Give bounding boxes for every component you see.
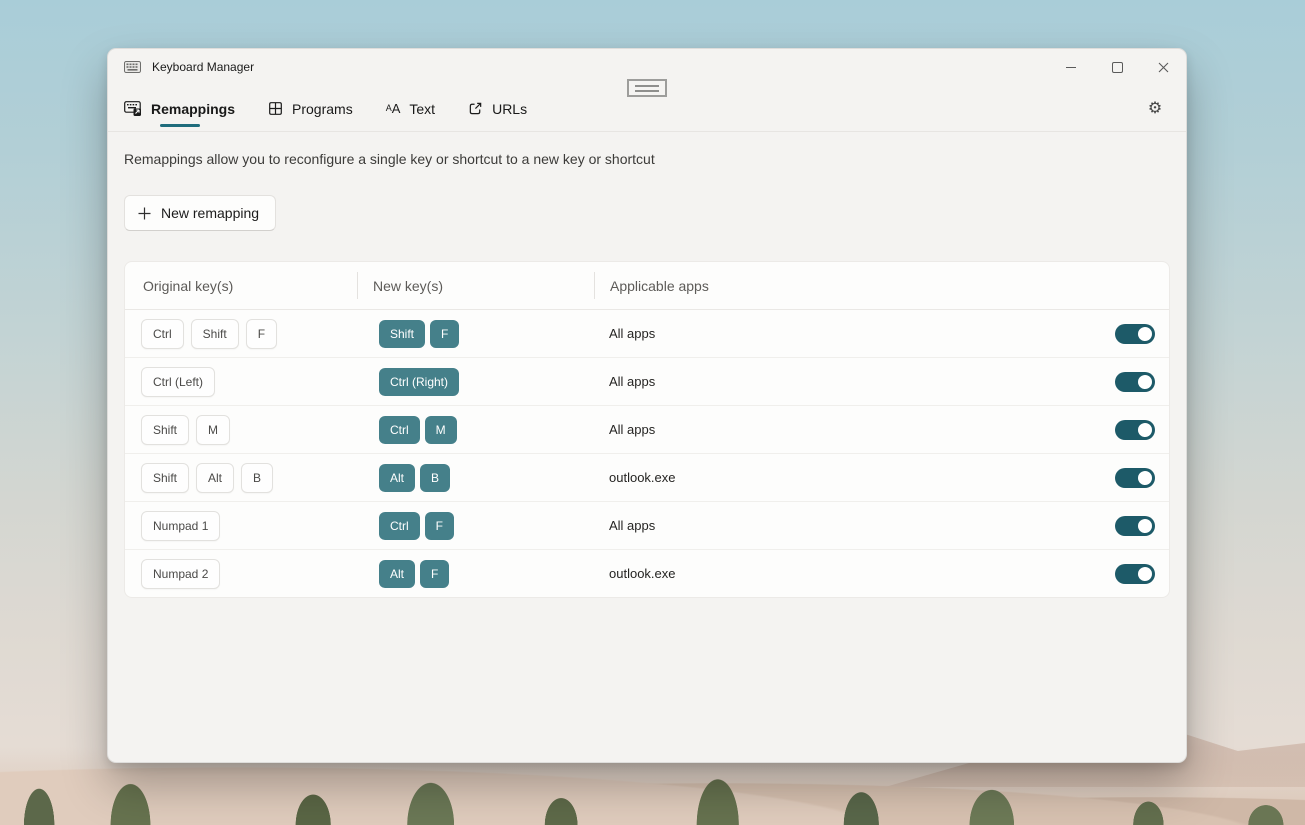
plus-icon (138, 207, 151, 220)
column-header-new-keys: New key(s) (373, 278, 610, 294)
table-row[interactable]: Numpad 1 CtrlF All apps (125, 501, 1169, 549)
original-keys: ShiftM (141, 415, 379, 445)
header-divider (594, 272, 595, 299)
key-chip: Numpad 2 (141, 559, 220, 589)
row-enabled-toggle[interactable] (1115, 420, 1155, 440)
table-header: Original key(s) New key(s) Applicable ap… (125, 262, 1169, 310)
table-row[interactable]: ShiftAltB AltB outlook.exe (125, 453, 1169, 501)
tab-label: Programs (292, 100, 353, 117)
applicable-apps: All apps (609, 374, 1099, 389)
new-remapping-button[interactable]: New remapping (124, 195, 276, 231)
row-enabled-toggle[interactable] (1115, 372, 1155, 392)
applicable-apps: All apps (609, 518, 1099, 533)
close-button[interactable] (1140, 49, 1186, 85)
key-chip: B (420, 464, 450, 492)
table-row[interactable]: Numpad 2 AltF outlook.exe (125, 549, 1169, 597)
page-description: Remappings allow you to reconfigure a si… (124, 151, 1170, 167)
key-chip: Alt (379, 464, 415, 492)
programs-grid-icon (268, 101, 283, 116)
keyboard-manager-window: Keyboard Manager (107, 48, 1187, 763)
new-keys: Ctrl (Right) (379, 368, 609, 396)
original-keys: CtrlShiftF (141, 319, 379, 349)
key-chip: Ctrl (Left) (141, 367, 215, 397)
window-title: Keyboard Manager (152, 60, 254, 74)
original-keys: Numpad 1 (141, 511, 379, 541)
remap-keyboard-icon (124, 101, 142, 116)
minimize-button[interactable] (1048, 49, 1094, 85)
toggle-knob (1138, 375, 1152, 389)
row-enabled-toggle[interactable] (1115, 516, 1155, 536)
tab-remappings[interactable]: Remappings (124, 85, 235, 131)
text-aa-icon: AA (386, 102, 401, 115)
maximize-icon (1112, 62, 1123, 73)
toggle-knob (1138, 519, 1152, 533)
tab-label: URLs (492, 100, 527, 117)
key-chip: F (420, 560, 449, 588)
row-enabled-toggle[interactable] (1115, 468, 1155, 488)
table-row[interactable]: Ctrl (Left) Ctrl (Right) All apps (125, 357, 1169, 405)
row-enabled-toggle[interactable] (1115, 324, 1155, 344)
table-row[interactable]: ShiftM CtrlM All apps (125, 405, 1169, 453)
settings-button[interactable]: ⚙ (1140, 93, 1170, 123)
tab-strip: Remappings Programs AA Text (108, 85, 1186, 132)
close-icon (1158, 62, 1169, 73)
tab-urls[interactable]: URLs (468, 85, 527, 131)
key-chip: F (425, 512, 454, 540)
column-header-applicable-apps: Applicable apps (610, 278, 1099, 294)
key-chip: F (246, 319, 277, 349)
applicable-apps: All apps (609, 422, 1099, 437)
gear-icon: ⚙ (1148, 100, 1162, 116)
key-chip: Shift (141, 415, 189, 445)
table-row[interactable]: CtrlShiftF ShiftF All apps (125, 310, 1169, 357)
original-keys: ShiftAltB (141, 463, 379, 493)
keyboard-icon (124, 61, 141, 73)
toggle-knob (1138, 423, 1152, 437)
key-chip: Numpad 1 (141, 511, 220, 541)
key-chip: Ctrl (379, 512, 420, 540)
tab-programs[interactable]: Programs (268, 85, 353, 131)
title-bar[interactable]: Keyboard Manager (108, 49, 1186, 85)
applicable-apps: All apps (609, 326, 1099, 341)
external-link-icon (468, 101, 483, 116)
remappings-table: Original key(s) New key(s) Applicable ap… (124, 261, 1170, 598)
original-keys: Numpad 2 (141, 559, 379, 589)
header-divider (357, 272, 358, 299)
key-chip: Alt (196, 463, 234, 493)
row-enabled-toggle[interactable] (1115, 564, 1155, 584)
key-chip: Ctrl (Right) (379, 368, 459, 396)
column-header-original-keys: Original key(s) (143, 278, 373, 294)
key-chip: M (425, 416, 457, 444)
new-keys: AltB (379, 464, 609, 492)
wallpaper-trees (0, 761, 1305, 825)
key-chip: Ctrl (141, 319, 184, 349)
new-keys: ShiftF (379, 320, 609, 348)
new-remapping-label: New remapping (161, 205, 259, 221)
key-chip: Alt (379, 560, 415, 588)
key-chip: B (241, 463, 273, 493)
minimize-icon (1066, 67, 1076, 68)
applicable-apps: outlook.exe (609, 470, 1099, 485)
tab-text[interactable]: AA Text (386, 85, 435, 131)
key-chip: Shift (141, 463, 189, 493)
tab-label: Remappings (151, 100, 235, 117)
toggle-knob (1138, 567, 1152, 581)
tab-label: Text (409, 100, 435, 117)
table-body: CtrlShiftF ShiftF All apps Ctrl (Left) C… (125, 310, 1169, 597)
key-chip: Shift (191, 319, 239, 349)
toggle-knob (1138, 327, 1152, 341)
new-keys: CtrlF (379, 512, 609, 540)
tab-indicator (160, 124, 200, 127)
maximize-button[interactable] (1094, 49, 1140, 85)
new-keys: CtrlM (379, 416, 609, 444)
key-chip: Ctrl (379, 416, 420, 444)
original-keys: Ctrl (Left) (141, 367, 379, 397)
key-chip: F (430, 320, 459, 348)
applicable-apps: outlook.exe (609, 566, 1099, 581)
toggle-knob (1138, 471, 1152, 485)
key-chip: M (196, 415, 230, 445)
key-chip: Shift (379, 320, 425, 348)
new-keys: AltF (379, 560, 609, 588)
